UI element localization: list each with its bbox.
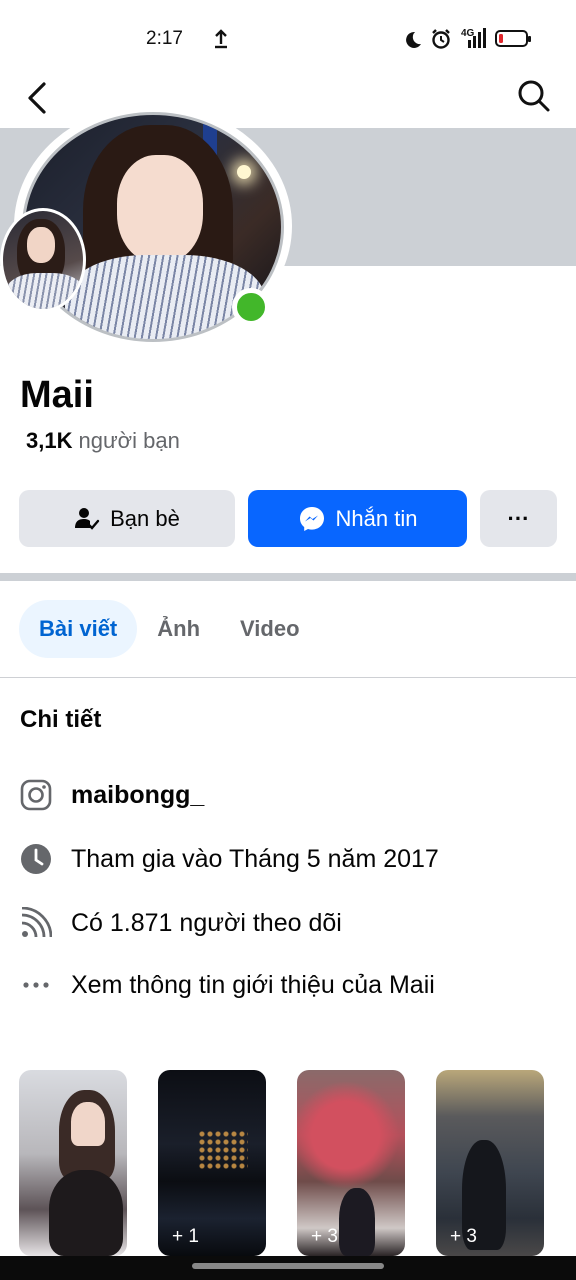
featured-photo-count: + 1 (172, 1226, 199, 1247)
featured-photo-count: + 3 (450, 1226, 477, 1247)
featured-photo-1[interactable] (19, 1070, 127, 1256)
friends-button-label: Bạn bè (110, 505, 180, 531)
background-light (237, 165, 251, 179)
profile-name: Maii (20, 374, 94, 416)
message-button[interactable]: Nhắn tin (248, 490, 467, 547)
battery-low-icon (495, 30, 531, 47)
detail-about[interactable]: Xem thông tin giới thiệu của Maii (19, 965, 435, 1005)
signal-icon (468, 28, 486, 48)
home-indicator[interactable] (192, 1263, 384, 1269)
alarm-icon (432, 29, 450, 49)
instagram-icon (19, 778, 53, 812)
back-chevron-icon[interactable] (22, 78, 56, 118)
photo-person-body (49, 1170, 123, 1256)
profile-actions: Bạn bè Nhắn tin ··· (19, 490, 557, 547)
instagram-handle: maibongg_ (71, 780, 205, 809)
tab-videos[interactable]: Video (220, 600, 320, 658)
friends-count: 3,1K (26, 428, 73, 453)
status-bar: 2:17 4G (0, 0, 576, 70)
rss-followers-icon (19, 906, 53, 940)
ellipsis-icon (19, 968, 53, 1002)
featured-photos: + 1 + 3 + 3 (19, 1070, 559, 1256)
clock-icon (19, 842, 53, 876)
featured-photo-4[interactable]: + 3 (436, 1070, 544, 1256)
photo-person-face (71, 1102, 105, 1146)
profile-tabs: Bài viết Ảnh Video (19, 600, 320, 658)
tab-photos[interactable]: Ảnh (137, 600, 220, 658)
more-options-button[interactable]: ··· (480, 490, 557, 547)
online-status-dot (232, 288, 270, 326)
upload-icon (215, 29, 227, 49)
avatar-face (117, 155, 203, 263)
secondary-avatar[interactable] (0, 208, 86, 312)
detail-followers[interactable]: Có 1.871 người theo dõi (19, 903, 342, 943)
friends-label: người bạn (78, 428, 180, 453)
more-icon: ··· (507, 505, 530, 531)
featured-photo-2[interactable]: + 1 (158, 1070, 266, 1256)
photo-person (339, 1188, 375, 1256)
secondary-avatar-shirt (5, 273, 83, 309)
followers-text: Có 1.871 người theo dõi (71, 908, 342, 937)
status-time: 2:17 (146, 28, 183, 49)
search-icon[interactable] (516, 78, 552, 114)
featured-photo-3[interactable]: + 3 (297, 1070, 405, 1256)
secondary-avatar-face (27, 227, 55, 263)
details-title: Chi tiết (20, 706, 102, 733)
section-divider (0, 573, 576, 581)
featured-photo-count: + 3 (311, 1226, 338, 1247)
friend-check-icon (75, 507, 100, 530)
messenger-icon (299, 506, 324, 531)
do-not-disturb-moon-icon (406, 31, 421, 48)
joined-text: Tham gia vào Tháng 5 năm 2017 (71, 844, 439, 873)
tab-posts[interactable]: Bài viết (19, 600, 138, 658)
tabs-divider (0, 677, 576, 678)
friends-count-line[interactable]: 3,1K người bạn (26, 428, 180, 454)
friends-button[interactable]: Bạn bè (19, 490, 235, 547)
detail-joined: Tham gia vào Tháng 5 năm 2017 (19, 839, 439, 879)
detail-instagram[interactable]: maibongg_ (19, 775, 204, 815)
city-lights (198, 1130, 248, 1170)
message-button-label: Nhắn tin (335, 505, 418, 531)
about-text: Xem thông tin giới thiệu của Maii (71, 970, 435, 999)
